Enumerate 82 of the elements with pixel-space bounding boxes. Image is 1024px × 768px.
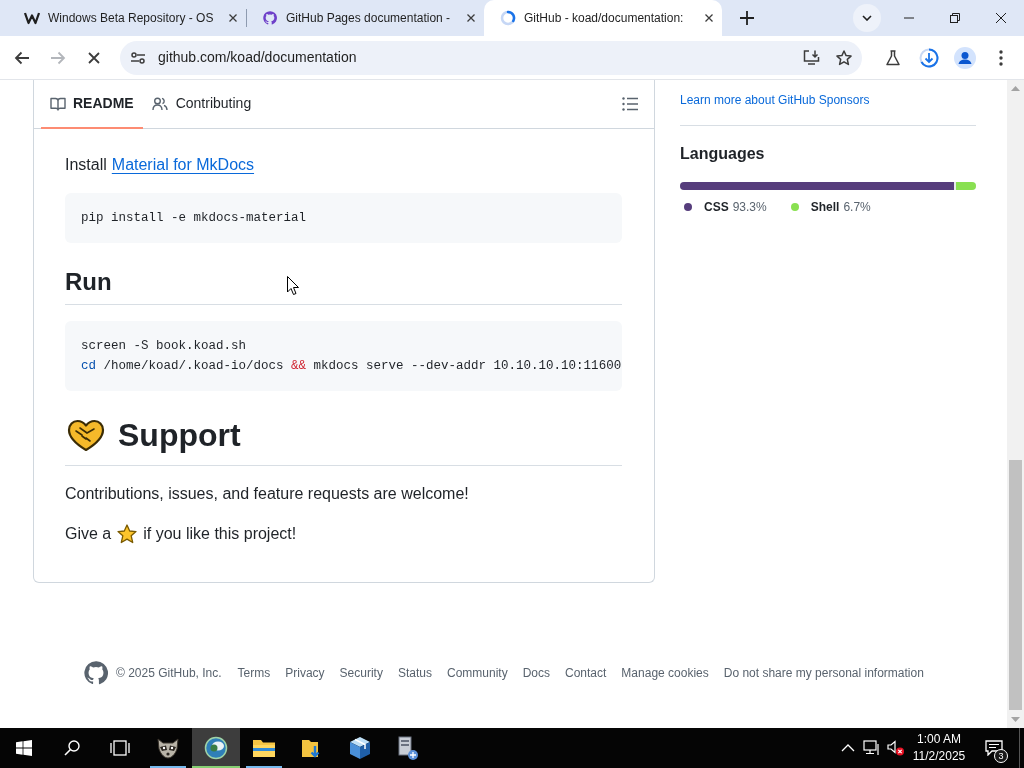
tab-search-button[interactable] (853, 4, 881, 32)
language-percent: 6.7% (843, 199, 871, 216)
footer-link[interactable]: Docs (522, 664, 550, 682)
book-icon (50, 95, 66, 112)
cube-icon (349, 736, 371, 760)
language-name: CSS (704, 199, 729, 216)
scrollbar[interactable] (1007, 80, 1024, 728)
clock[interactable]: 1:00 AM 11/2/2025 (908, 728, 970, 768)
footer-link[interactable]: Terms (237, 664, 271, 682)
download-progress-icon (919, 47, 939, 68)
paragraph-text: Give a (65, 524, 112, 544)
footer-link[interactable]: Manage cookies (621, 664, 709, 682)
search-icon (64, 740, 80, 756)
plus-icon (740, 11, 754, 25)
tab-title: GitHub - koad/documentation: (524, 10, 685, 27)
footer-link[interactable]: Community (446, 664, 508, 682)
readme-tab[interactable]: Contributing (142, 80, 261, 129)
loading-spinner-icon (500, 10, 516, 26)
sliders-icon (131, 51, 145, 64)
paragraph-text: Contributions, issues, and feature requests are welcome! (65, 484, 469, 504)
notification-count: 3 (994, 749, 1008, 763)
computer-icon (396, 736, 420, 760)
code-line: cd /home/koad/.koad-io/docs && mkdocs serve --dev-addr 10.10.10.10:11600 (81, 358, 622, 375)
paragraph-text: Install (65, 155, 107, 175)
star-icon (117, 524, 138, 544)
orb-icon (204, 736, 228, 760)
heading: Support (118, 416, 241, 455)
tab-title: GitHub Pages documentation - (286, 10, 452, 27)
address-bar[interactable]: github.com/koad/documentation (120, 40, 862, 75)
star-icon (836, 49, 852, 66)
speaker-muted-icon (887, 740, 905, 756)
section-heading: Languages (680, 144, 765, 164)
logo-icon (24, 10, 40, 26)
people-icon (151, 95, 168, 112)
monitor-download-icon (802, 50, 820, 65)
code-line: screen -S book.koad.sh (81, 338, 247, 355)
cat-logo-icon (84, 661, 108, 685)
tab-title: Windows Beta Repository - OS (48, 10, 215, 27)
x-icon (88, 51, 100, 64)
code-line: pip install -e mkdocs-material (81, 210, 307, 227)
task-view-icon (110, 740, 130, 756)
url-text: github.com/koad/documentation (158, 48, 358, 67)
date-text: 11/2/2025 (912, 748, 966, 765)
heading: Run (65, 267, 112, 297)
arrow-left-icon (14, 50, 30, 65)
close-icon (705, 14, 713, 22)
footer-link[interactable]: Status (397, 664, 432, 682)
sponsors-link[interactable]: Learn more about GitHub Sponsors (680, 91, 870, 109)
language-percent: 93.3% (732, 199, 767, 216)
cat-logo-icon (262, 10, 278, 26)
close-icon (229, 14, 237, 22)
mouse-pointer-icon (287, 276, 299, 295)
browser-tab[interactable]: GitHub Pages documentation - (246, 0, 484, 36)
language-name: Shell (810, 199, 840, 216)
scrollbar-thumb[interactable] (1009, 460, 1022, 710)
list-icon (622, 97, 638, 111)
footer-link[interactable]: Privacy (285, 664, 325, 682)
flask-icon (886, 49, 900, 66)
browser-tab[interactable]: Windows Beta Repository - OS (8, 0, 246, 36)
kebab-menu-icon (999, 49, 1003, 66)
network-icon (863, 740, 881, 756)
link[interactable]: Material for MkDocs (111, 153, 255, 177)
paragraph-text: if you like this project! (143, 524, 297, 544)
footer-link[interactable]: Do not share my personal information (723, 664, 924, 682)
windows-logo-icon (16, 740, 32, 756)
readme-tab[interactable]: README (41, 80, 143, 129)
close-icon (996, 13, 1006, 23)
restore-icon (950, 13, 960, 23)
footer-link[interactable]: Security (339, 664, 383, 682)
footer-link[interactable]: Contact (565, 664, 607, 682)
chevron-up-icon (841, 744, 855, 752)
action-center-button[interactable]: 3 (978, 728, 1010, 768)
arrow-right-icon (50, 50, 66, 65)
copyright-text: © 2025 GitHub, Inc. (116, 665, 222, 682)
folder-icon (252, 738, 276, 758)
avatar-icon (954, 46, 976, 69)
chevron-down-icon (862, 15, 872, 21)
close-icon (467, 14, 475, 22)
browser-tab[interactable]: GitHub - koad/documentation: (484, 0, 722, 36)
taskbar-app-button[interactable] (192, 728, 240, 768)
time-text: 1:00 AM (917, 731, 961, 748)
raccoon-icon (156, 737, 180, 759)
